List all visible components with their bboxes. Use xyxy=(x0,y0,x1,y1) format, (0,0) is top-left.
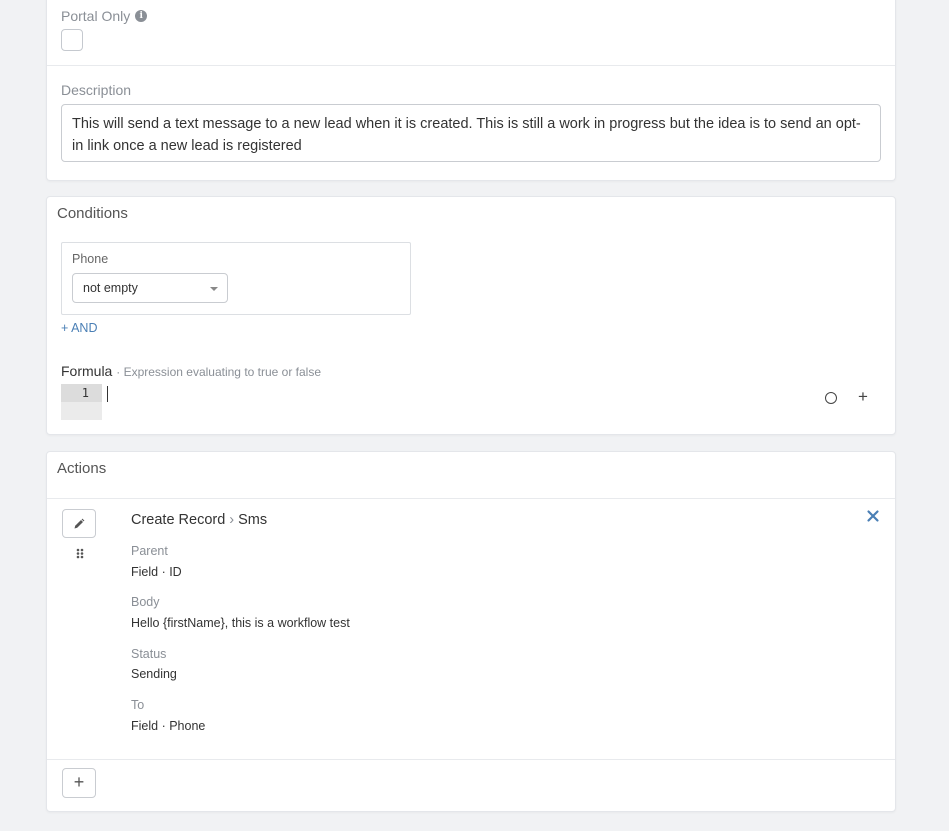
formula-label: Formula xyxy=(61,363,113,379)
portal-only-checkbox[interactable] xyxy=(61,29,83,51)
action-field-value: Field · ID xyxy=(131,565,182,579)
action-field-value: Field · Phone xyxy=(131,719,206,733)
action-header: Create Record › Sms xyxy=(131,512,267,528)
pencil-icon xyxy=(74,518,85,528)
actions-panel: Actions Create Record › Sms Parent Field ·… xyxy=(46,451,896,812)
portal-only-label: Portal Only xyxy=(61,8,131,24)
description-textarea[interactable]: This will send a text message to a new l… xyxy=(61,104,881,162)
add-and-condition-button[interactable]: + AND xyxy=(61,321,97,335)
action-type: Create Record xyxy=(131,512,226,528)
action-field-value: Hello {firstName}, this is a workflow te… xyxy=(131,616,350,630)
add-action-button[interactable]: + xyxy=(62,768,96,798)
caret-down-icon xyxy=(210,287,218,291)
edit-action-button[interactable] xyxy=(62,509,96,538)
formula-label-row: Formula · Expression evaluating to true … xyxy=(61,363,321,379)
condition-item: Phone not empty xyxy=(61,242,411,315)
condition-field-label: Phone xyxy=(72,252,109,266)
drag-handle-icon[interactable] xyxy=(76,548,84,559)
close-icon[interactable] xyxy=(866,509,880,523)
description-label: Description xyxy=(61,82,132,98)
portal-only-label-row: Portal Only i xyxy=(61,8,148,24)
action-field-label: Body xyxy=(131,595,160,609)
action-field-label: Parent xyxy=(131,544,168,558)
formula-editor-gutter: 1 xyxy=(61,384,102,420)
formula-editor-cursor[interactable] xyxy=(107,386,108,402)
condition-operator-select[interactable]: not empty xyxy=(72,273,228,303)
actions-title: Actions xyxy=(57,460,107,477)
action-field-value: Sending xyxy=(131,667,177,681)
action-separator: › xyxy=(229,512,235,528)
action-field-label: To xyxy=(131,698,145,712)
formula-line-number: 1 xyxy=(61,384,102,402)
formula-insert-button[interactable]: + xyxy=(858,387,868,407)
action-field-label: Status xyxy=(131,647,167,661)
divider xyxy=(47,759,895,760)
circle-icon[interactable] xyxy=(825,392,837,404)
general-panel: Portal Only i Description This will send… xyxy=(46,0,896,181)
action-target: Sms xyxy=(238,512,268,528)
condition-operator-value: not empty xyxy=(83,281,138,295)
conditions-panel: Conditions Phone not empty + AND Formula… xyxy=(46,196,896,435)
divider xyxy=(47,498,895,499)
divider xyxy=(47,65,895,66)
formula-hint: · Expression evaluating to true or false xyxy=(116,365,322,379)
conditions-title: Conditions xyxy=(57,205,128,222)
info-icon[interactable]: i xyxy=(135,10,148,22)
